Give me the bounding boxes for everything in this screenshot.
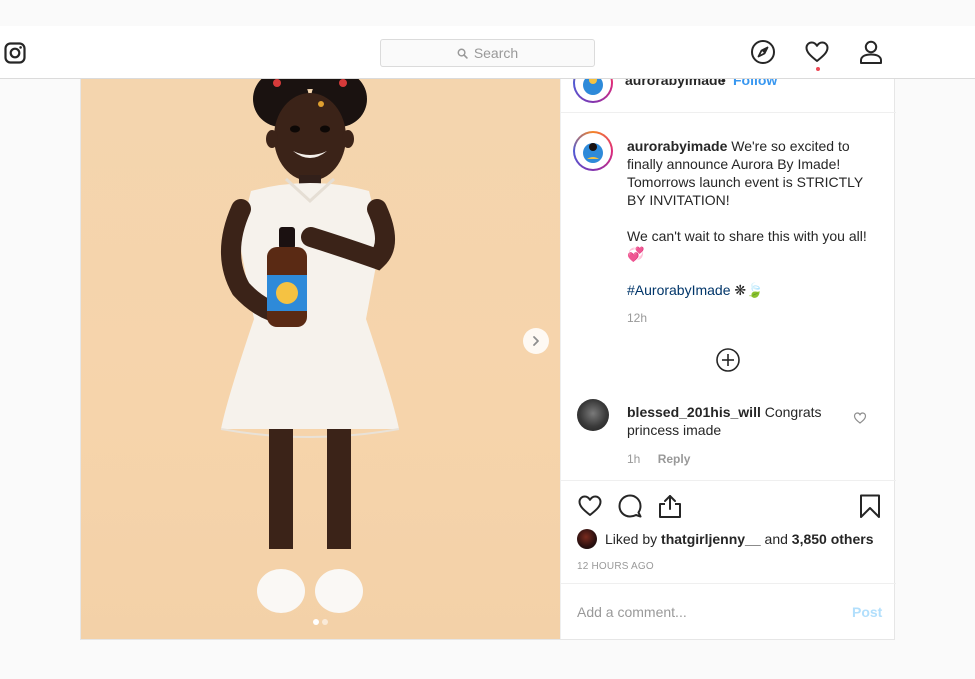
load-more-comments-icon[interactable]	[715, 347, 741, 373]
bookmark-icon[interactable]	[857, 493, 883, 519]
add-comment-row: Add a comment... Post	[561, 583, 896, 639]
comment-meta: 1h Reply	[627, 452, 690, 466]
likes-prefix: Liked by	[605, 531, 658, 547]
hashtag-link[interactable]: #AurorabyImade	[627, 282, 731, 298]
chevron-right-icon	[533, 336, 539, 346]
girl-with-bottle-illustration	[220, 79, 400, 613]
caption-time: 12h	[627, 311, 648, 325]
share-icon[interactable]	[657, 493, 683, 519]
comment-username[interactable]: blessed_201his_will	[627, 404, 761, 420]
actions-divider	[561, 480, 896, 481]
profile-icon[interactable]	[858, 39, 884, 65]
post-card: aurorabyimade • Follow aurorabyimade We'…	[80, 79, 896, 640]
carousel-dot-active	[313, 619, 319, 625]
post-comment-button[interactable]: Post	[852, 604, 882, 620]
aurora-logo-icon	[577, 135, 609, 167]
likes-summary: Liked by thatgirljenny__ and 3,850 other…	[577, 529, 874, 549]
caption-text-2: We can't wait to share this with you all…	[627, 228, 867, 262]
search-icon	[457, 48, 468, 59]
comment-like-heart-icon[interactable]	[853, 411, 867, 425]
post-photo[interactable]	[81, 79, 560, 639]
carousel-next-button[interactable]	[523, 328, 549, 354]
carousel-dot	[322, 619, 328, 625]
top-navigation-bar: Search	[0, 26, 975, 79]
compass-icon[interactable]	[750, 39, 776, 65]
likes-middle: and	[764, 531, 788, 547]
reply-button[interactable]: Reply	[658, 452, 691, 466]
instagram-logo-icon[interactable]	[4, 42, 26, 64]
post-header: aurorabyimade • Follow	[561, 79, 896, 113]
comment-bubble-icon[interactable]	[617, 493, 643, 519]
comment-time: 1h	[627, 452, 641, 466]
post-caption: aurorabyimade We're so excited to finall…	[627, 137, 882, 299]
likes-count[interactable]: 3,850 others	[792, 531, 874, 547]
liker-avatar[interactable]	[577, 529, 597, 549]
header-avatar[interactable]	[573, 79, 613, 103]
notification-dot	[816, 67, 820, 71]
caption-emoji: ❋🍃	[734, 282, 764, 298]
follow-button[interactable]: Follow	[733, 79, 777, 88]
like-heart-icon[interactable]	[577, 493, 603, 519]
post-timestamp[interactable]: 12 HOURS AGO	[577, 561, 654, 572]
search-input[interactable]: Search	[380, 39, 595, 67]
post-sidebar: aurorabyimade • Follow aurorabyimade We'…	[560, 79, 896, 639]
liker-username[interactable]: thatgirljenny__	[661, 531, 761, 547]
header-username[interactable]: aurorabyimade	[625, 79, 725, 88]
comment: blessed_201his_will Congrats princess im…	[627, 403, 852, 439]
search-placeholder: Search	[473, 45, 519, 61]
commenter-avatar[interactable]	[577, 399, 609, 431]
caption-username[interactable]: aurorabyimade	[627, 138, 727, 154]
add-comment-input[interactable]: Add a comment...	[577, 604, 687, 620]
caption-avatar[interactable]	[573, 131, 613, 171]
heart-icon[interactable]	[804, 39, 830, 65]
carousel-dots	[313, 619, 328, 625]
aurora-logo-icon	[577, 79, 609, 99]
header-separator: •	[721, 79, 726, 88]
